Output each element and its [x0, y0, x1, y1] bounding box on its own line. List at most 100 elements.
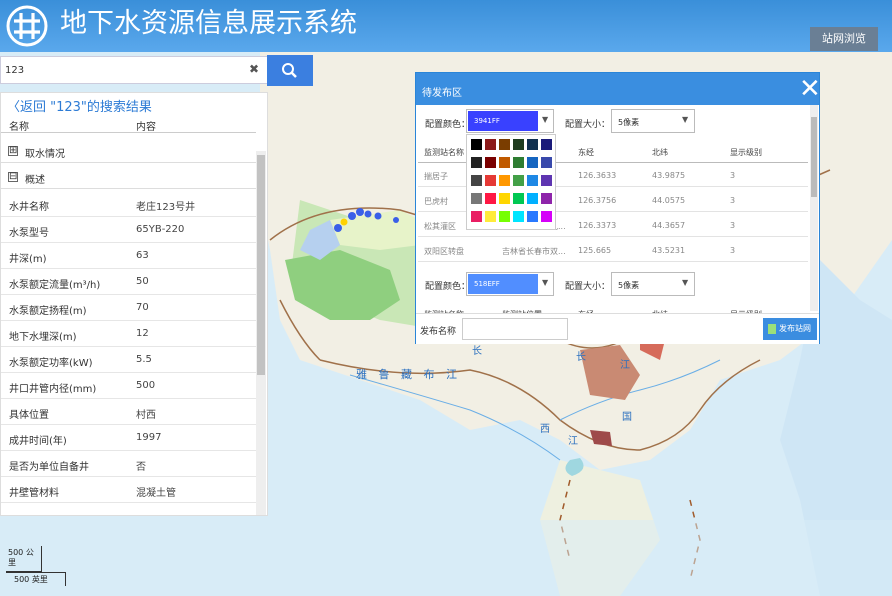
field-value: 500 — [136, 380, 156, 391]
palette-swatch[interactable] — [513, 157, 524, 168]
palette-swatch[interactable] — [513, 175, 524, 186]
palette-swatch[interactable] — [485, 193, 496, 204]
palette-swatch[interactable] — [527, 157, 538, 168]
palette-swatch[interactable] — [527, 193, 538, 204]
table-cell: 3 — [730, 171, 736, 180]
palette-swatch[interactable] — [485, 139, 496, 150]
palette-swatch[interactable] — [527, 139, 538, 150]
palette-swatch[interactable] — [541, 157, 552, 168]
group-water-intake[interactable]: ⊞ 取水情况 — [1, 141, 256, 163]
table-cell: 3 — [730, 246, 736, 255]
detail-row: 井壁管材料 混凝土管 — [1, 477, 256, 503]
palette-swatch[interactable] — [541, 139, 552, 150]
palette-swatch[interactable] — [471, 175, 482, 186]
detail-row: 水泵额定扬程(m) 70 — [1, 295, 256, 321]
dialog-scrollbar[interactable] — [810, 105, 818, 311]
palette-swatch[interactable] — [541, 211, 552, 222]
scroll-thumb[interactable] — [257, 155, 265, 375]
close-icon[interactable]: ✕ — [799, 73, 821, 105]
field-name: 地下水埋深(m) — [9, 332, 77, 343]
publish-button[interactable]: 发布站网 — [763, 318, 817, 340]
scale-mi-label: 500 英里 — [14, 575, 48, 584]
palette-swatch[interactable] — [513, 139, 524, 150]
scroll-thumb[interactable] — [811, 117, 817, 197]
palette-swatch[interactable] — [541, 193, 552, 204]
table-cell: 126.3373 — [578, 221, 617, 230]
detail-row: 水泵额定流量(m³/h) 50 — [1, 269, 256, 295]
table-cell: 44.0575 — [652, 196, 686, 205]
app-header: 地下水资源信息展示系统 站网浏览 — [0, 0, 892, 52]
table-cell: 43.9875 — [652, 171, 686, 180]
size-value: 5像素 — [618, 281, 640, 290]
palette-swatch[interactable] — [513, 193, 524, 204]
clear-icon[interactable]: ✖ — [249, 62, 259, 76]
palette-swatch[interactable] — [499, 139, 510, 150]
palette-swatch[interactable] — [485, 157, 496, 168]
palette-swatch[interactable] — [499, 175, 510, 186]
scale-km-label: 500 公里 — [8, 548, 34, 567]
palette-swatch[interactable] — [541, 175, 552, 186]
chevron-down-icon: ▼ — [542, 278, 549, 287]
col-content-header: 内容 — [136, 122, 156, 133]
palette-swatch[interactable] — [499, 157, 510, 168]
field-name: 水泵额定流量(m³/h) — [9, 280, 101, 291]
field-value: 村西 — [136, 410, 156, 421]
publish-name-input[interactable] — [462, 318, 568, 340]
group-overview[interactable]: ⊟ 概述 — [1, 167, 256, 189]
palette-swatch[interactable] — [499, 193, 510, 204]
well-logo-icon — [6, 5, 48, 47]
group-label: 取水情况 — [25, 149, 65, 160]
field-name: 井口井管内径(mm) — [9, 384, 97, 395]
back-link[interactable]: 〈返回 "123"的搜索结果 — [7, 96, 152, 115]
field-name: 水井名称 — [9, 202, 49, 213]
collapse-icon[interactable]: ⊟ — [8, 172, 18, 182]
dialog-title: 待发布区 — [422, 88, 462, 99]
table-cell: 43.5231 — [652, 246, 686, 255]
palette-swatch[interactable] — [471, 211, 482, 222]
column-header: 北纬 — [652, 148, 668, 157]
search-input[interactable] — [5, 61, 235, 79]
color-select-1[interactable]: 3941FF ▼ — [466, 109, 554, 133]
palette-swatch[interactable] — [485, 175, 496, 186]
field-name: 是否为单位自备井 — [9, 462, 89, 473]
map-place-label: 长 — [576, 352, 590, 363]
table-cell: 126.3633 — [578, 171, 617, 180]
palette-swatch[interactable] — [471, 139, 482, 150]
size-select-1[interactable]: 5像素 ▼ — [611, 109, 695, 133]
map-place-label: 江 — [568, 436, 582, 447]
field-name: 水泵额定扬程(m) — [9, 306, 87, 317]
table-cell: 巴虎村 — [424, 197, 448, 206]
color-swatch: 518EFF — [468, 274, 538, 294]
panel-scrollbar[interactable] — [256, 151, 266, 515]
field-name: 成井时间(年) — [9, 436, 67, 447]
palette-swatch[interactable] — [499, 211, 510, 222]
palette-swatch[interactable] — [485, 211, 496, 222]
field-value: 1997 — [136, 432, 162, 443]
search-box: ✖ — [0, 56, 268, 84]
palette-swatch[interactable] — [471, 193, 482, 204]
chevron-down-icon: ▼ — [682, 115, 689, 124]
color-label: 配置颜色： — [425, 282, 471, 292]
table-cell: 揣居子 — [424, 172, 448, 181]
palette-swatch[interactable] — [471, 157, 482, 168]
col-name-header: 名称 — [9, 122, 29, 133]
field-name: 具体位置 — [9, 410, 49, 421]
search-button[interactable] — [267, 55, 313, 86]
detail-row: 水井名称 老庄123号井 — [1, 191, 256, 217]
table-header: 监测站名称监测站位置东经北纬显示级别 — [418, 303, 808, 313]
detail-row: 井口井管内径(mm) 500 — [1, 373, 256, 399]
publish-name-label: 发布名称 — [420, 327, 457, 337]
chevron-down-icon: ▼ — [682, 278, 689, 287]
table-row[interactable]: 双阳区转盘 吉林省长春市双... 125.665 43.5231 3 — [418, 239, 808, 262]
field-value: 50 — [136, 276, 149, 287]
site-browse-button[interactable]: 站网浏览 — [810, 27, 878, 51]
color-select-2[interactable]: 518EFF ▼ — [466, 272, 554, 296]
table-cell: 125.665 — [578, 246, 612, 255]
size-label: 配置大小： — [565, 282, 611, 292]
palette-swatch[interactable] — [513, 211, 524, 222]
color-label: 配置颜色： — [425, 120, 471, 130]
palette-swatch[interactable] — [527, 211, 538, 222]
size-select-2[interactable]: 5像素 ▼ — [611, 272, 695, 296]
expand-icon[interactable]: ⊞ — [8, 146, 18, 156]
palette-swatch[interactable] — [527, 175, 538, 186]
